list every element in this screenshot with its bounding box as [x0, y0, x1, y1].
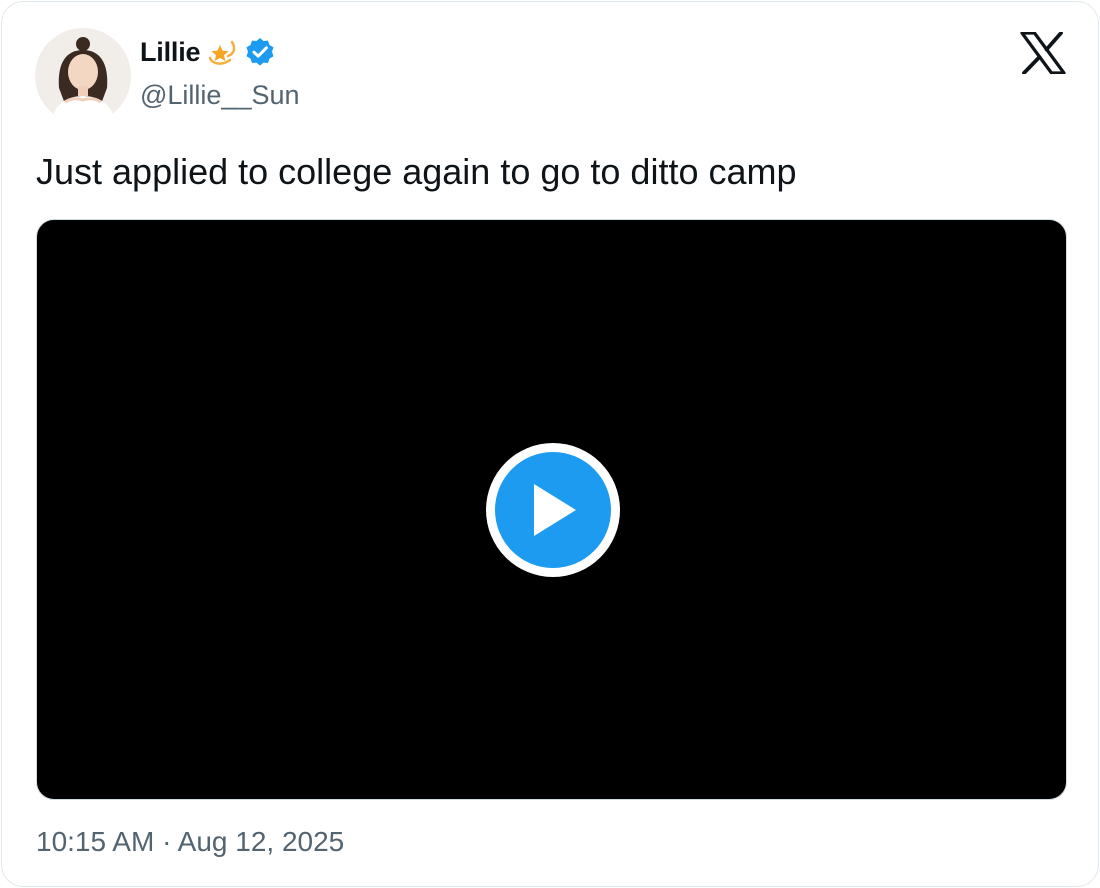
- timestamp[interactable]: 10:15 AM · Aug 12, 2025: [36, 826, 344, 858]
- avatar[interactable]: [35, 28, 131, 124]
- video-player[interactable]: [36, 219, 1067, 800]
- x-logo-icon[interactable]: [1020, 31, 1066, 75]
- verified-badge-icon: [244, 36, 276, 68]
- display-name: Lillie: [140, 36, 201, 67]
- tweet-card: Lillie @Lillie__Sun Just applied to coll…: [1, 1, 1099, 887]
- play-button[interactable]: [486, 443, 620, 577]
- play-button-circle: [495, 452, 611, 568]
- author-handle[interactable]: @Lillie__Sun: [140, 80, 300, 111]
- dizzy-star-icon: [206, 36, 238, 68]
- author-name-row[interactable]: Lillie: [140, 36, 276, 68]
- play-icon: [534, 484, 576, 536]
- profile-photo: [35, 28, 131, 124]
- tweet-text: Just applied to college again to go to d…: [36, 151, 797, 192]
